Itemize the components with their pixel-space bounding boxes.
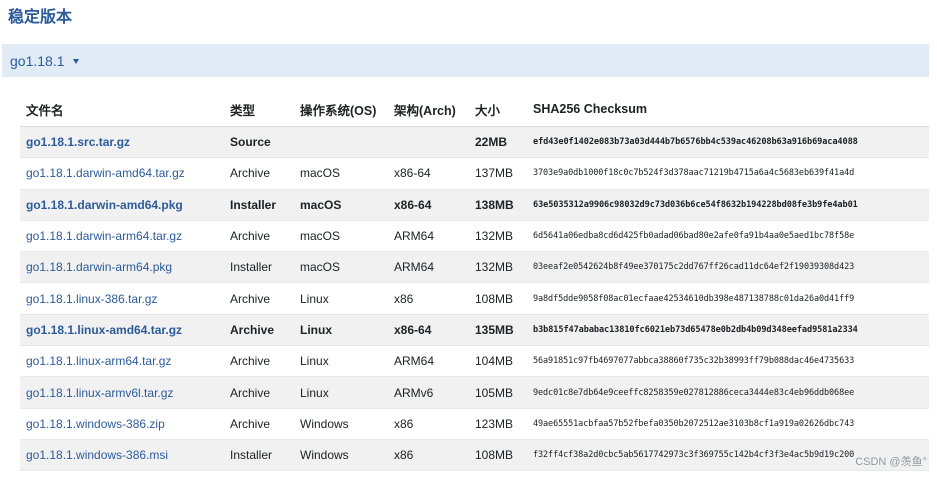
file-os: macOS (294, 251, 388, 284)
file-type: Archive (224, 220, 294, 253)
file-arch: x86-64 (388, 314, 469, 347)
file-size: 137MB (469, 157, 527, 190)
download-link[interactable]: go1.18.1.darwin-amd64.tar.gz (26, 166, 185, 180)
download-link[interactable]: go1.18.1.windows-386.msi (26, 448, 168, 462)
file-type: Archive (224, 157, 294, 190)
download-link[interactable]: go1.18.1.windows-386.zip (26, 417, 165, 431)
file-type: Installer (224, 251, 294, 284)
table-row: go1.18.1.linux-armv6l.tar.gz Archive Lin… (20, 376, 929, 409)
file-type: Archive (224, 282, 294, 315)
file-arch: ARM64 (388, 220, 469, 253)
file-arch: x86 (388, 282, 469, 315)
column-os: 操作系统(OS) (294, 92, 388, 127)
file-size: 108MB (469, 282, 527, 315)
file-arch: ARM64 (388, 345, 469, 378)
column-sha: SHA256 Checksum (527, 92, 929, 127)
file-arch: ARMv6 (388, 376, 469, 409)
download-link[interactable]: go1.18.1.darwin-arm64.pkg (26, 260, 172, 274)
column-size: 大小 (469, 92, 527, 127)
file-os: macOS (294, 189, 388, 221)
download-link[interactable]: go1.18.1.linux-armv6l.tar.gz (26, 386, 173, 400)
downloads-table-container: 文件名 类型 操作系统(OS) 架构(Arch) 大小 SHA256 Check… (20, 92, 929, 472)
table-row: go1.18.1.linux-arm64.tar.gz Archive Linu… (20, 345, 929, 378)
version-selector[interactable]: go1.18.1 (2, 44, 929, 77)
file-type: Source (224, 126, 294, 159)
file-size: 138MB (469, 189, 527, 221)
file-os: Linux (294, 376, 388, 409)
file-os: Linux (294, 282, 388, 315)
file-size: 22MB (469, 126, 527, 159)
download-link[interactable]: go1.18.1.linux-386.tar.gz (26, 292, 157, 306)
file-size: 132MB (469, 220, 527, 253)
file-arch (388, 126, 469, 159)
file-checksum: 56a91851c97fb4697077abbca38860f735c32b38… (527, 345, 929, 378)
file-type: Archive (224, 345, 294, 378)
file-type: Archive (224, 314, 294, 347)
table-row: go1.18.1.linux-386.tar.gz Archive Linux … (20, 282, 929, 315)
file-checksum: efd43e0f1402e083b73a03d444b7b6576bb4c539… (527, 126, 929, 159)
chevron-down-icon (72, 59, 79, 64)
table-header-row: 文件名 类型 操作系统(OS) 架构(Arch) 大小 SHA256 Check… (20, 92, 929, 127)
file-type: Archive (224, 408, 294, 440)
file-checksum: b3b815f47ababac13810fc6021eb73d65478e0b2… (527, 314, 929, 347)
file-os: Windows (294, 439, 388, 472)
download-link[interactable]: go1.18.1.src.tar.gz (26, 135, 130, 149)
table-row: go1.18.1.windows-386.zip Archive Windows… (20, 408, 929, 440)
column-type: 类型 (224, 92, 294, 127)
file-os: Linux (294, 345, 388, 378)
table-row: go1.18.1.linux-amd64.tar.gz Archive Linu… (20, 314, 929, 347)
file-checksum: 6d5641a06edba8cd6d425fb0adad06bad80e2afe… (527, 220, 929, 253)
file-size: 132MB (469, 251, 527, 284)
table-row: go1.18.1.darwin-amd64.tar.gz Archive mac… (20, 157, 929, 190)
file-size: 105MB (469, 376, 527, 409)
file-checksum: 9a8df5dde9058f08ac01ecfaae42534610db398e… (527, 282, 929, 315)
downloads-table: 文件名 类型 操作系统(OS) 架构(Arch) 大小 SHA256 Check… (20, 92, 929, 472)
table-row: go1.18.1.darwin-amd64.pkg Installer macO… (20, 189, 929, 221)
file-size: 108MB (469, 439, 527, 472)
file-checksum: 9edc01c8e7db64e9ceeffc8258359e027812886c… (527, 376, 929, 409)
file-checksum: 03eeaf2e0542624b8f49ee370175c2dd767ff26c… (527, 251, 929, 284)
file-arch: x86 (388, 439, 469, 472)
file-size: 135MB (469, 314, 527, 347)
file-size: 104MB (469, 345, 527, 378)
downloads-page: 稳定版本 go1.18.1 文件名 类型 操作系统(OS) 架构(Arch) 大… (0, 0, 937, 478)
file-checksum: 3703e9a0db1000f18c0c7b524f3d378aac71219b… (527, 157, 929, 190)
version-label: go1.18.1 (10, 52, 65, 69)
download-link[interactable]: go1.18.1.darwin-amd64.pkg (26, 198, 183, 212)
file-arch: x86-64 (388, 189, 469, 221)
table-row: go1.18.1.darwin-arm64.tar.gz Archive mac… (20, 220, 929, 253)
file-arch: x86-64 (388, 157, 469, 190)
file-type: Archive (224, 376, 294, 409)
section-title: 稳定版本 (8, 9, 73, 26)
file-type: Installer (224, 189, 294, 221)
download-link[interactable]: go1.18.1.darwin-arm64.tar.gz (26, 229, 182, 243)
file-size: 123MB (469, 408, 527, 440)
file-os: macOS (294, 220, 388, 253)
file-os: Windows (294, 408, 388, 440)
watermark: CSDN @羡鱼° (855, 456, 927, 468)
table-row: go1.18.1.src.tar.gz Source 22MB efd43e0f… (20, 126, 929, 159)
file-os: Linux (294, 314, 388, 347)
file-arch: x86 (388, 408, 469, 440)
file-type: Installer (224, 439, 294, 472)
download-link[interactable]: go1.18.1.linux-arm64.tar.gz (26, 354, 171, 368)
table-row: go1.18.1.windows-386.msi Installer Windo… (20, 439, 929, 472)
file-os: macOS (294, 157, 388, 190)
file-os (294, 126, 388, 159)
file-checksum: 49ae65551acbfaa57b52fbefa0350b2072512ae3… (527, 408, 929, 440)
file-checksum: 63e5035312a9906c98032d9c73d036b6ce54f863… (527, 189, 929, 221)
file-arch: ARM64 (388, 251, 469, 284)
column-arch: 架构(Arch) (388, 92, 469, 127)
table-row: go1.18.1.darwin-arm64.pkg Installer macO… (20, 251, 929, 284)
download-link[interactable]: go1.18.1.linux-amd64.tar.gz (26, 323, 182, 337)
column-file: 文件名 (20, 92, 224, 127)
